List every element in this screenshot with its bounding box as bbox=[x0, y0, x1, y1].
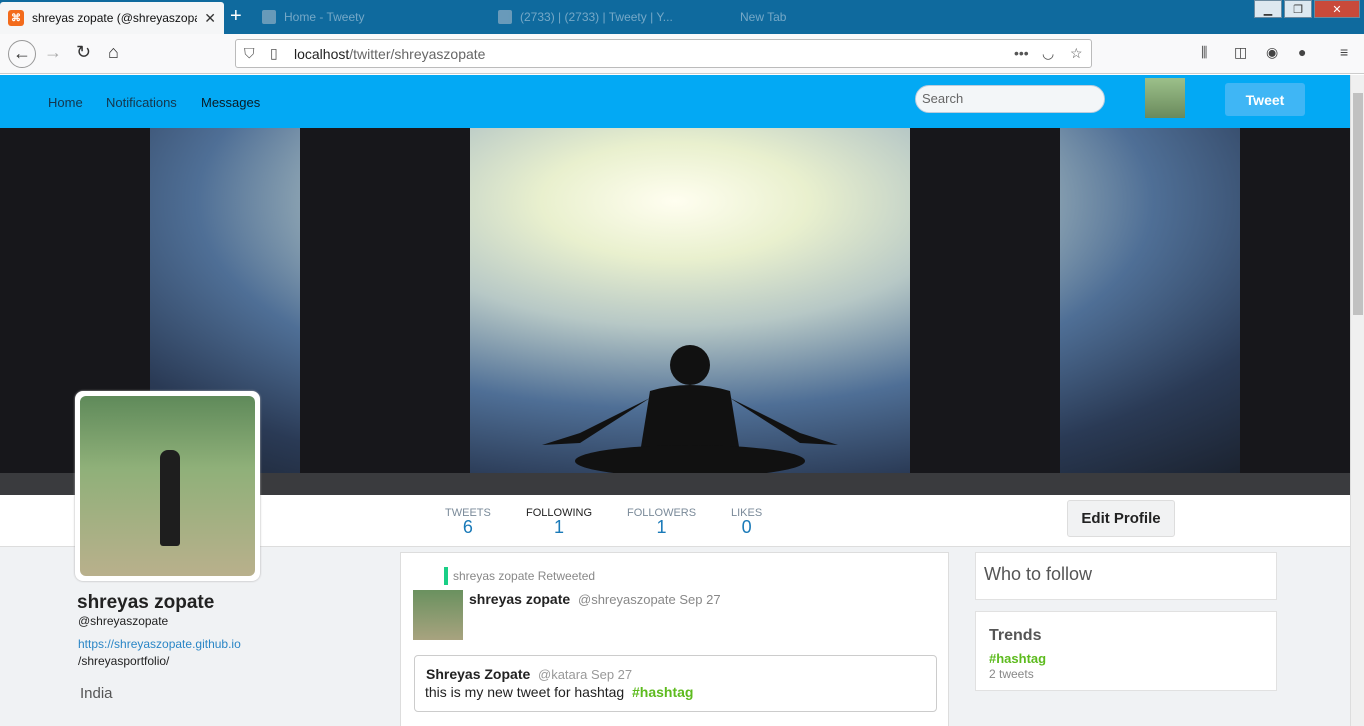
tweet-button[interactable]: Tweet bbox=[1225, 83, 1305, 116]
stat-value: 6 bbox=[462, 517, 473, 537]
stat-likes[interactable]: LIKES 0 bbox=[731, 507, 762, 536]
menu-icon[interactable]: ≡ bbox=[1340, 44, 1348, 60]
who-to-follow-card: Who to follow bbox=[975, 552, 1277, 600]
reload-icon[interactable]: ↻ bbox=[76, 42, 91, 63]
quoted-text-body: this is my new tweet for hashtag bbox=[425, 684, 625, 700]
tweet-card[interactable]: shreyas zopate Retweeted shreyas zopate … bbox=[400, 552, 949, 726]
retweet-indicator bbox=[444, 567, 448, 585]
tweet-avatar[interactable] bbox=[413, 590, 463, 640]
page-icon bbox=[498, 10, 512, 24]
edit-profile-button[interactable]: Edit Profile bbox=[1067, 500, 1175, 537]
tab-title: (2733) | (2733) | Tweety | Y... bbox=[520, 10, 673, 24]
pocket-icon[interactable]: ◡ bbox=[1042, 45, 1054, 62]
tab-title: Home - Tweety bbox=[284, 10, 365, 24]
tweet-meta: @shreyaszopate Sep 27 bbox=[578, 592, 721, 607]
quoted-hashtag[interactable]: #hashtag bbox=[632, 684, 693, 700]
quoted-text: this is my new tweet for hashtag #hashta… bbox=[425, 684, 693, 700]
tab-background[interactable]: (2733) | (2733) | Tweety | Y... bbox=[498, 8, 673, 26]
search-input[interactable]: Search bbox=[915, 85, 1105, 113]
tab-background[interactable]: Home - Tweety bbox=[262, 8, 364, 26]
scrollbar-thumb[interactable] bbox=[1353, 93, 1363, 315]
stat-value: 0 bbox=[741, 517, 752, 537]
url-bar[interactable]: ⛉ ▯ localhost/twitter/shreyaszopate ••• … bbox=[235, 39, 1092, 68]
url-text: localhost/twitter/shreyaszopate bbox=[294, 46, 485, 62]
page-icon bbox=[262, 10, 276, 24]
nav-messages[interactable]: Messages bbox=[201, 95, 260, 110]
banner-pillar bbox=[910, 128, 1060, 495]
avatar-person bbox=[160, 450, 180, 546]
url-path: /twitter/shreyaszopate bbox=[349, 46, 486, 62]
stat-followers[interactable]: FOLLOWERS 1 bbox=[627, 507, 696, 536]
banner-pillar bbox=[1240, 128, 1350, 495]
trends-card: Trends #hashtag 2 tweets bbox=[975, 611, 1277, 691]
back-icon[interactable]: ← bbox=[8, 40, 36, 68]
page-scrollbar[interactable] bbox=[1350, 75, 1364, 726]
profile-name: shreyas zopate bbox=[77, 592, 215, 613]
close-window-icon[interactable]: ✕ bbox=[1314, 0, 1360, 18]
who-to-follow-title: Who to follow bbox=[984, 564, 1093, 584]
quoted-tweet[interactable]: Shreyas Zopate @katara Sep 27 this is my… bbox=[414, 655, 937, 712]
minimize-icon[interactable]: ▁ bbox=[1254, 0, 1282, 18]
browser-toolbar: ← → ↻ ⌂ ⛉ ▯ localhost/twitter/shreyaszop… bbox=[0, 34, 1364, 74]
avatar-image bbox=[80, 396, 255, 576]
quoted-meta: @katara Sep 27 bbox=[538, 667, 633, 682]
extension-icon[interactable]: ● bbox=[1298, 44, 1306, 60]
sidebar-icon[interactable]: ◫ bbox=[1234, 44, 1247, 61]
url-host: localhost bbox=[294, 46, 350, 62]
stat-value: 1 bbox=[656, 517, 667, 537]
stat-tweets[interactable]: TWEETS 6 bbox=[445, 507, 491, 536]
stat-following[interactable]: FOLLOWING 1 bbox=[526, 507, 592, 536]
maximize-icon[interactable]: ❐ bbox=[1284, 0, 1312, 18]
more-icon[interactable]: ••• bbox=[1014, 45, 1029, 61]
shield-icon[interactable]: ⛉ bbox=[244, 45, 255, 62]
trends-title: Trends bbox=[989, 627, 1042, 644]
profile-avatar[interactable] bbox=[75, 391, 260, 581]
xampp-icon: ⌘ bbox=[8, 10, 24, 26]
quoted-author[interactable]: Shreyas Zopate bbox=[426, 666, 530, 682]
tab-active[interactable]: ⌘ shreyas zopate (@shreyaszopate ✕ bbox=[0, 2, 224, 34]
tab-title: shreyas zopate (@shreyaszopate bbox=[32, 11, 197, 25]
profile-location: India bbox=[80, 685, 113, 702]
home-icon[interactable]: ⌂ bbox=[108, 42, 119, 63]
library-icon[interactable]: ⫼ bbox=[1201, 44, 1207, 61]
page-info-icon[interactable]: ▯ bbox=[270, 45, 278, 62]
page: Home Notifications Messages Search Tweet… bbox=[0, 75, 1350, 726]
bookmark-star-icon[interactable]: ☆ bbox=[1070, 45, 1083, 62]
nav-notifications[interactable]: Notifications bbox=[106, 95, 177, 110]
profile-link-suffix[interactable]: /shreyasportfolio/ bbox=[78, 654, 169, 668]
account-icon[interactable]: ◉ bbox=[1266, 44, 1278, 61]
tab-background[interactable]: New Tab bbox=[740, 8, 786, 26]
trend-hashtag[interactable]: #hashtag bbox=[989, 651, 1046, 666]
top-navigation: Home Notifications Messages Search Tweet bbox=[0, 75, 1350, 128]
nav-home[interactable]: Home bbox=[48, 95, 83, 110]
close-tab-icon[interactable]: ✕ bbox=[204, 10, 216, 27]
banner-pillar bbox=[300, 128, 470, 495]
trend-count: 2 tweets bbox=[989, 667, 1034, 681]
profile-handle: @shreyaszopate bbox=[78, 614, 169, 628]
forward-icon[interactable]: → bbox=[44, 42, 62, 63]
new-tab-button[interactable]: + bbox=[230, 6, 242, 26]
tab-title: New Tab bbox=[740, 10, 787, 24]
window-controls: ▁ ❐ ✕ bbox=[1252, 0, 1360, 18]
meditation-silhouette bbox=[542, 345, 838, 477]
stat-value: 1 bbox=[554, 517, 565, 537]
browser-tabbar: ⌘ shreyas zopate (@shreyaszopate ✕ + Hom… bbox=[0, 0, 1364, 34]
tweet-author[interactable]: shreyas zopate bbox=[469, 591, 570, 607]
nav-avatar[interactable] bbox=[1145, 78, 1185, 118]
profile-link[interactable]: https://shreyaszopate.github.io bbox=[78, 637, 241, 651]
retweet-label: shreyas zopate Retweeted bbox=[453, 569, 596, 583]
